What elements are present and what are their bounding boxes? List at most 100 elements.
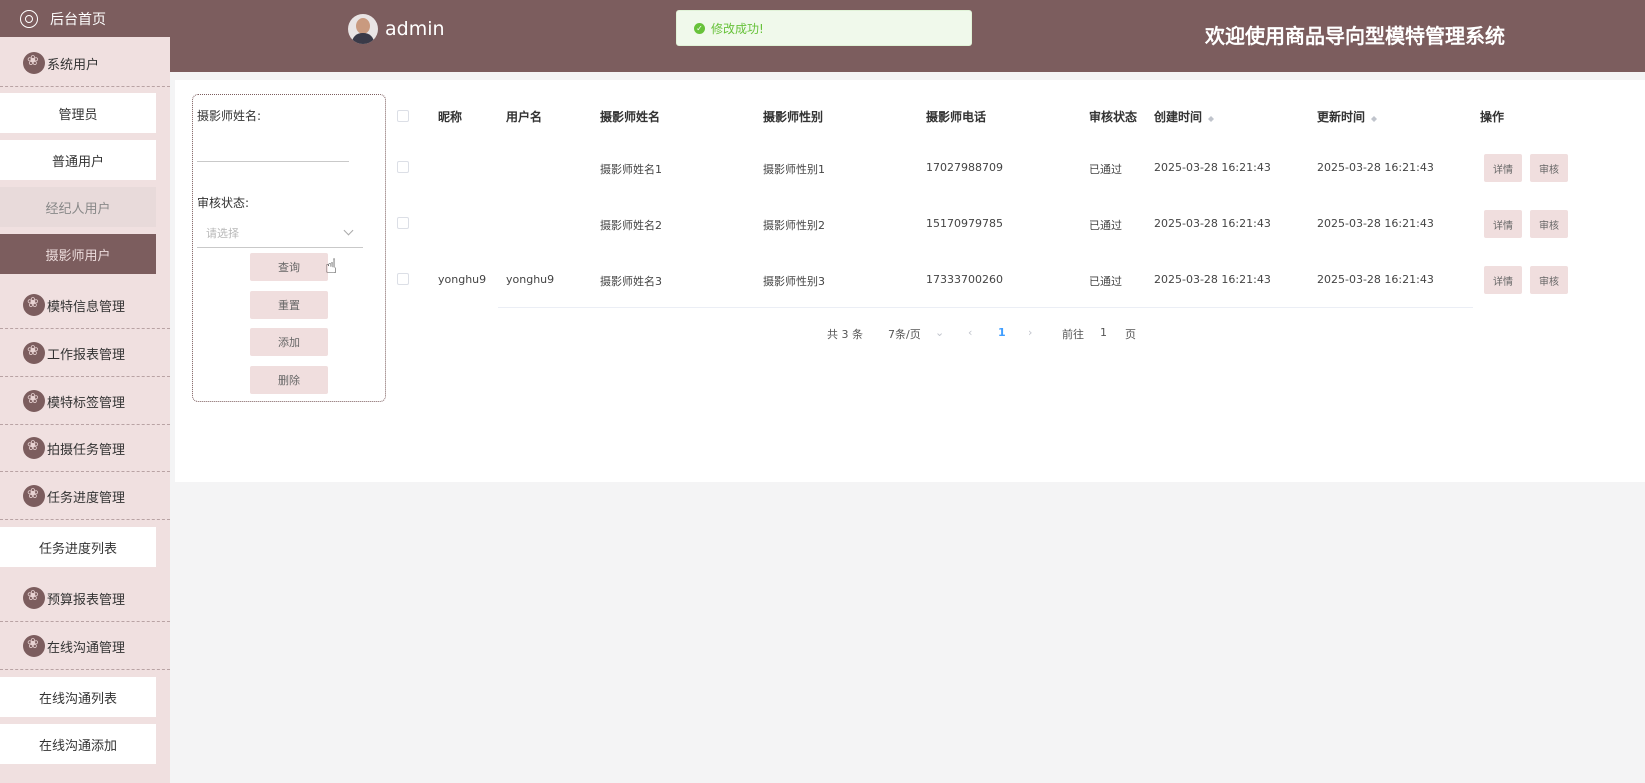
col-photographer-phone: 摄影师电话 bbox=[926, 110, 987, 124]
col-updated-time-label: 更新时间 bbox=[1317, 110, 1366, 124]
cell-name: 摄影师姓名3 bbox=[600, 275, 662, 288]
cell-nickname: yonghu9 bbox=[438, 273, 487, 286]
row-checkbox[interactable] bbox=[397, 217, 409, 229]
row-checkbox[interactable] bbox=[397, 161, 409, 173]
status-select[interactable]: 请选择 bbox=[206, 225, 239, 241]
cell-status: 已通过 bbox=[1089, 275, 1122, 288]
flower-icon bbox=[23, 635, 45, 657]
hand-cursor-icon: ☝ bbox=[325, 254, 338, 278]
page-number-current[interactable]: 1 bbox=[998, 326, 1006, 339]
col-photographer-gender: 摄影师性别 bbox=[763, 110, 824, 124]
menu-label: 预算报表管理 bbox=[47, 592, 126, 608]
col-created-time[interactable]: 创建时间 bbox=[1154, 108, 1215, 125]
menu-online-chat[interactable]: 在线沟通管理 bbox=[0, 623, 170, 670]
cell-created: 2025-03-28 16:21:43 bbox=[1154, 217, 1271, 230]
flower-icon bbox=[23, 437, 45, 459]
cell-phone: 15170979785 bbox=[926, 217, 1003, 230]
flower-icon bbox=[23, 342, 45, 364]
menu-label: 模特信息管理 bbox=[47, 299, 126, 315]
cell-created: 2025-03-28 16:21:43 bbox=[1154, 273, 1271, 286]
col-nickname: 昵称 bbox=[438, 110, 463, 124]
col-created-time-label: 创建时间 bbox=[1154, 110, 1203, 124]
cell-updated: 2025-03-28 16:21:43 bbox=[1317, 161, 1434, 174]
page-size-select[interactable]: 7条/页 bbox=[888, 326, 921, 342]
cell-updated: 2025-03-28 16:21:43 bbox=[1317, 273, 1434, 286]
menu-shoot-tasks[interactable]: 拍摄任务管理 bbox=[0, 425, 170, 472]
menu-label: 任务进度管理 bbox=[47, 490, 126, 506]
menu-label: 系统用户 bbox=[47, 57, 100, 73]
menu-system-users[interactable]: 系统用户 bbox=[0, 40, 170, 87]
menu-label: 工作报表管理 bbox=[47, 347, 126, 363]
menu-label: 模特标签管理 bbox=[47, 395, 126, 411]
col-actions: 操作 bbox=[1480, 110, 1505, 124]
menu-work-report[interactable]: 工作报表管理 bbox=[0, 330, 170, 377]
cell-name: 摄影师姓名2 bbox=[600, 219, 662, 232]
cell-phone: 17027988709 bbox=[926, 161, 1003, 174]
sidebar-home-label: 后台首页 bbox=[50, 11, 106, 28]
menu-task-progress[interactable]: 任务进度管理 bbox=[0, 473, 170, 520]
photographer-name-label: 摄影师姓名: bbox=[197, 109, 262, 123]
home-icon bbox=[20, 9, 38, 28]
goto-prefix: 前往 bbox=[1062, 328, 1084, 341]
delete-button[interactable]: 删除 bbox=[250, 366, 328, 394]
submenu-online-chat-list[interactable]: 在线沟通列表 bbox=[0, 677, 156, 717]
submenu-normal-user[interactable]: 普通用户 bbox=[0, 140, 156, 180]
sidebar: 后台首页 系统用户 管理员 普通用户 经纪人用户 摄影师用户 模特信息管理 工作… bbox=[0, 0, 170, 783]
add-button[interactable]: 添加 bbox=[250, 328, 328, 356]
cell-gender: 摄影师性别1 bbox=[763, 163, 825, 176]
toast-message: 修改成功! bbox=[711, 21, 764, 36]
status-select-underline bbox=[197, 247, 363, 248]
reset-button[interactable]: 重置 bbox=[250, 291, 328, 319]
system-title: 欢迎使用商品导向型模特管理系统 bbox=[1205, 24, 1505, 48]
cell-created: 2025-03-28 16:21:43 bbox=[1154, 161, 1271, 174]
review-button[interactable]: 审核 bbox=[1530, 266, 1568, 294]
chevron-down-icon: ⌄ bbox=[935, 326, 945, 339]
cell-gender: 摄影师性别3 bbox=[763, 275, 825, 288]
menu-model-tags[interactable]: 模特标签管理 bbox=[0, 378, 170, 425]
cell-status: 已通过 bbox=[1089, 163, 1122, 176]
submenu-online-chat-add[interactable]: 在线沟通添加 bbox=[0, 724, 156, 764]
check-icon: ✓ bbox=[694, 22, 705, 34]
flower-icon bbox=[23, 294, 45, 316]
cell-username: yonghu9 bbox=[506, 273, 555, 286]
select-all-checkbox[interactable] bbox=[397, 110, 409, 122]
header-username[interactable]: admin bbox=[385, 18, 445, 40]
col-username: 用户名 bbox=[506, 110, 543, 124]
sort-icon[interactable] bbox=[1371, 113, 1378, 123]
menu-model-info[interactable]: 模特信息管理 bbox=[0, 282, 170, 329]
query-button[interactable]: 查询 bbox=[250, 253, 328, 281]
col-updated-time[interactable]: 更新时间 bbox=[1317, 108, 1378, 125]
photographer-name-input[interactable] bbox=[197, 161, 349, 162]
submenu-task-progress-list[interactable]: 任务进度列表 bbox=[0, 527, 156, 567]
pagination-total: 共 3 条 bbox=[827, 328, 863, 341]
avatar[interactable] bbox=[348, 14, 378, 44]
table-bottom-border bbox=[498, 307, 1473, 308]
review-button[interactable]: 审核 bbox=[1530, 210, 1568, 238]
submenu-agent-user[interactable]: 经纪人用户 bbox=[0, 187, 156, 227]
detail-button[interactable]: 详情 bbox=[1484, 266, 1522, 294]
next-page-icon[interactable]: › bbox=[1028, 326, 1032, 339]
sort-icon[interactable] bbox=[1208, 113, 1215, 123]
cell-phone: 17333700260 bbox=[926, 273, 1003, 286]
cell-gender: 摄影师性别2 bbox=[763, 219, 825, 232]
submenu-admin[interactable]: 管理员 bbox=[0, 93, 156, 133]
flower-icon bbox=[23, 390, 45, 412]
menu-label: 拍摄任务管理 bbox=[47, 442, 126, 458]
goto-suffix: 页 bbox=[1125, 328, 1136, 341]
flower-icon bbox=[23, 485, 45, 507]
goto-page-input[interactable]: 1 bbox=[1100, 326, 1107, 339]
cell-name: 摄影师姓名1 bbox=[600, 163, 662, 176]
prev-page-icon[interactable]: ‹ bbox=[968, 326, 972, 339]
detail-button[interactable]: 详情 bbox=[1484, 154, 1522, 182]
sidebar-home[interactable]: 后台首页 bbox=[0, 0, 170, 37]
cell-status: 已通过 bbox=[1089, 219, 1122, 232]
submenu-photographer-user[interactable]: 摄影师用户 bbox=[0, 234, 156, 274]
col-photographer-name: 摄影师姓名 bbox=[600, 110, 661, 124]
row-checkbox[interactable] bbox=[397, 273, 409, 285]
detail-button[interactable]: 详情 bbox=[1484, 210, 1522, 238]
review-button[interactable]: 审核 bbox=[1530, 154, 1568, 182]
status-label: 审核状态: bbox=[197, 196, 250, 210]
success-toast: ✓ 修改成功! bbox=[676, 10, 972, 46]
menu-budget-report[interactable]: 预算报表管理 bbox=[0, 575, 170, 622]
cell-updated: 2025-03-28 16:21:43 bbox=[1317, 217, 1434, 230]
